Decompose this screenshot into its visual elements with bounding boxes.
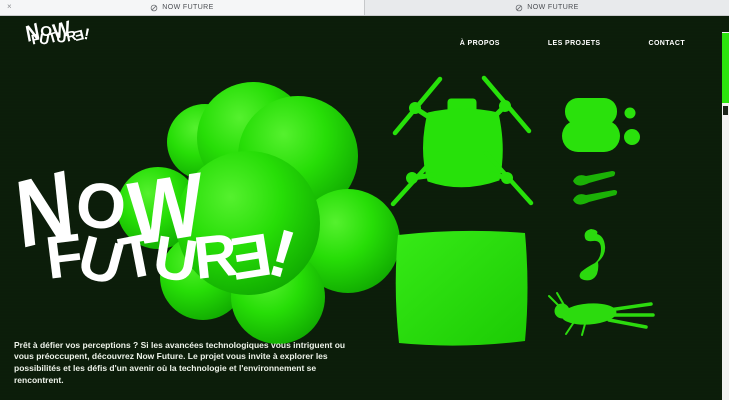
controller-icon: [562, 94, 650, 158]
site-favicon-icon: [150, 4, 158, 12]
drone-icon: [388, 61, 538, 211]
tab-close-icon[interactable]: ×: [7, 2, 12, 12]
scrollbar-track[interactable]: [722, 32, 729, 400]
intro-paragraph: Prêt à défier vos perceptions ? Si les a…: [14, 340, 350, 388]
tab-title: NOW FUTURE: [162, 4, 213, 11]
browser-tab-2[interactable]: NOW FUTURE: [364, 0, 729, 15]
browser-tab-1[interactable]: × NOW FUTURE: [0, 0, 364, 15]
hero-title: NOW FUTURE!: [16, 174, 288, 284]
grasshopper-icon: [547, 290, 657, 340]
scrollbar-marker: [723, 106, 728, 115]
propeller-blades-icon: [569, 167, 621, 215]
page-body: NOW FUTURE! À PROPOS LES PROJETS CONTACT: [0, 16, 729, 400]
browser-tab-bar: × NOW FUTURE NOW FUTURE: [0, 0, 729, 16]
nav-item-a-propos[interactable]: À PROPOS: [460, 40, 500, 47]
site-logo[interactable]: NOW FUTURE!: [25, 21, 88, 46]
site-favicon-icon: [515, 4, 523, 12]
main-navigation: À PROPOS LES PROJETS CONTACT: [460, 40, 685, 47]
browser-window: × NOW FUTURE NOW FUTURE NOW FUTURE! À PR…: [0, 0, 729, 400]
logo-line-2: FUTURE!: [31, 30, 88, 46]
green-canvas-shape: [391, 226, 532, 352]
tab-title: NOW FUTURE: [527, 4, 578, 11]
nav-item-contact[interactable]: CONTACT: [649, 40, 686, 47]
scrollbar-thumb[interactable]: [722, 33, 729, 103]
squiggle-icon: [573, 227, 615, 285]
nav-item-les-projets[interactable]: LES PROJETS: [548, 40, 601, 47]
